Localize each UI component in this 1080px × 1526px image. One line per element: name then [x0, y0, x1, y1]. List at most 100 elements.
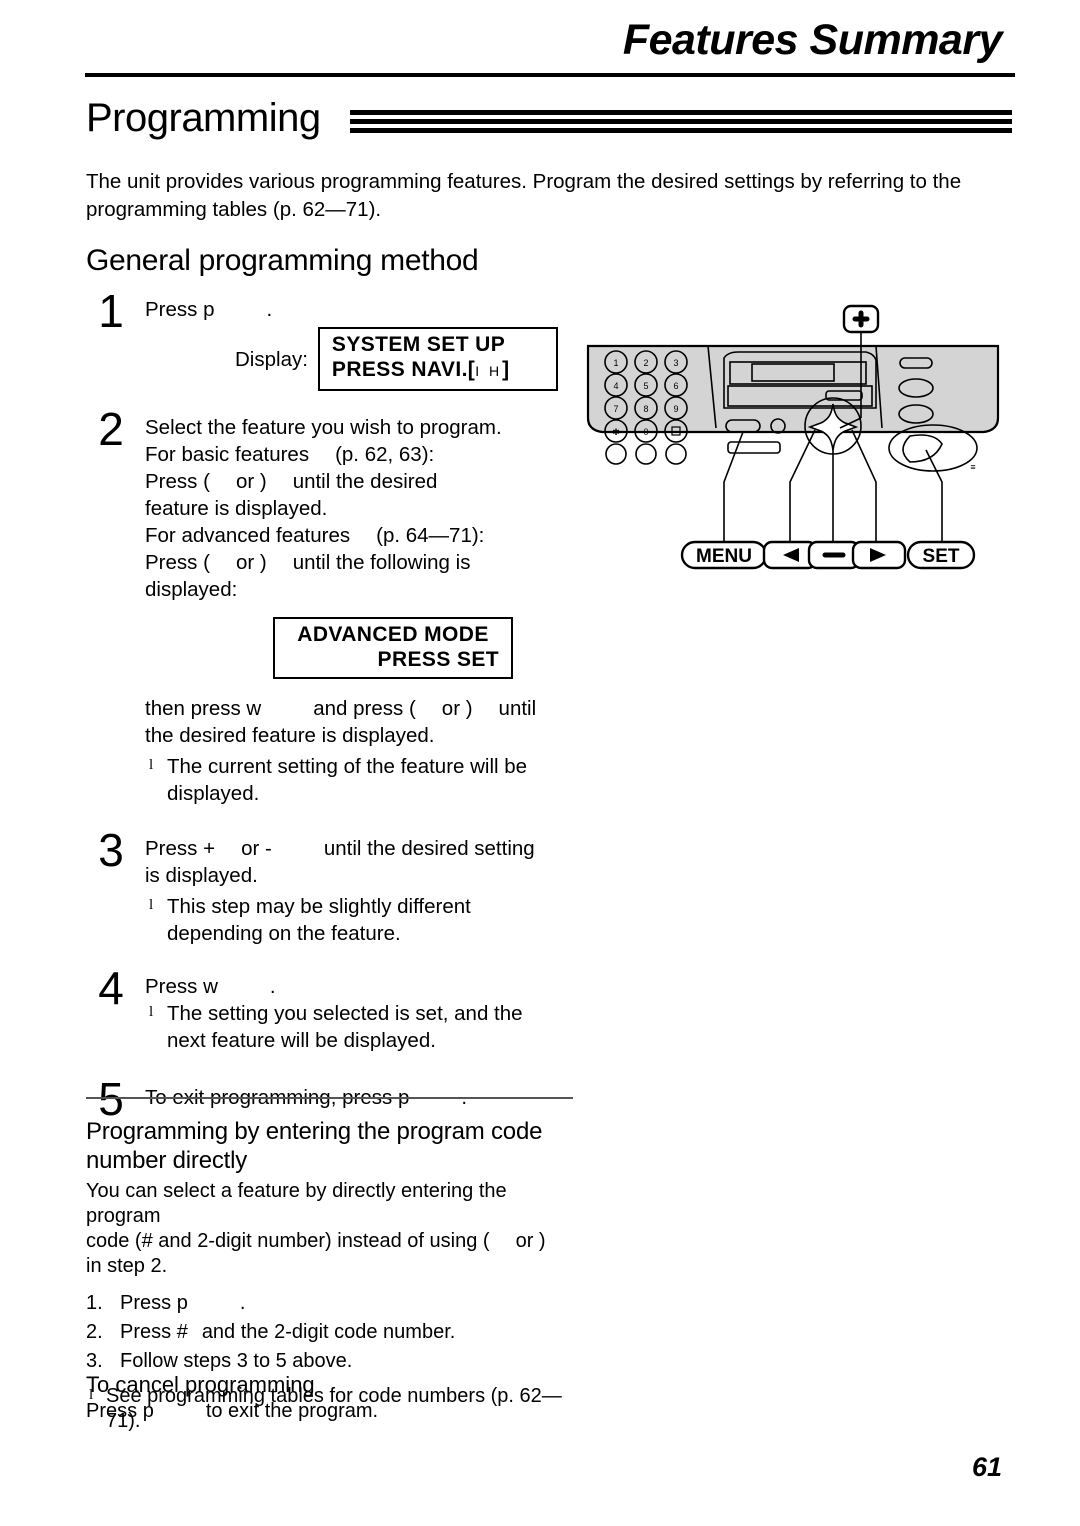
- svg-text:7: 7: [613, 404, 618, 414]
- step-2-number: 2: [98, 403, 124, 455]
- bullet-icon: l: [149, 757, 154, 773]
- step-1-text-pre: Press: [145, 298, 204, 321]
- step-3-bullet-1-cont: depending on the feature.: [167, 922, 401, 945]
- step-2-basic-label: For basic features: [145, 443, 310, 466]
- step-4-bullet-1-cont: next feature will be displayed.: [167, 1029, 436, 1052]
- svg-text:1: 1: [613, 358, 618, 368]
- hash-key-glyph: #: [176, 1321, 188, 1343]
- step-2-line-5: For advanced features (p. 64—71):: [145, 522, 582, 549]
- plus-key-glyph: +: [203, 837, 216, 860]
- lcd-advanced-line-2: PRESS SET: [377, 648, 499, 671]
- step-2-press-post: until the desired: [292, 470, 438, 493]
- step-4-bullet-1: l The setting you selected is set, and t…: [145, 1000, 582, 1027]
- cancel-programming-text: Press p to exit the program.: [86, 1400, 378, 1423]
- step-5-number: 5: [98, 1073, 124, 1125]
- callout-menu-label: MENU: [696, 546, 752, 567]
- list-item: 2. Press # and the 2-digit code number.: [86, 1318, 586, 1347]
- step-2-line-7: displayed:: [145, 578, 238, 601]
- step-2-body: Select the feature you wish to program. …: [145, 414, 582, 807]
- list-item-text-pre: Press: [120, 1292, 177, 1314]
- subsection2-numbered-list: 1. Press p. 2. Press # and the 2-digit co…: [86, 1289, 586, 1376]
- callout-set: SET: [906, 540, 976, 570]
- svg-text:2: 2: [643, 358, 648, 368]
- step-2-press-pre: Press (: [145, 470, 210, 493]
- title-bar-3: [350, 128, 1012, 133]
- subsection2-para-line-3: in step 2.: [86, 1255, 168, 1277]
- callout-set-label: SET: [923, 546, 960, 567]
- chapter-title: Features Summary: [622, 16, 1003, 64]
- step-2-after-mid: and press (: [313, 697, 416, 720]
- step-2-after-pre: then press: [145, 697, 247, 720]
- step-2: 2 Select the feature you wish to program…: [82, 406, 582, 807]
- step-3-bullet-1: l This step may be slightly different: [145, 893, 582, 920]
- svg-text:9: 9: [673, 404, 678, 414]
- subsection2-para-line-1: You can select a feature by directly ent…: [86, 1180, 507, 1227]
- lcd-advanced-line-1: ADVANCED MODE: [297, 623, 489, 646]
- bullet-icon: l: [149, 1004, 154, 1020]
- step-2-after-post: until: [498, 697, 537, 720]
- device-control-panel-illustration: .pnl { fill:#d4d4d4; stroke:#000; stroke…: [578, 296, 1008, 596]
- section-title-bars: [350, 110, 1012, 133]
- list-item-text-post: and the 2-digit code number.: [201, 1321, 456, 1343]
- subsection2-para-line-2: code (# and 2-digit number) instead of u…: [86, 1229, 586, 1254]
- menu-key-glyph: p: [142, 1400, 154, 1422]
- svg-text:✱: ✱: [612, 427, 620, 437]
- step-4-bullet-1-text: The setting you selected is set, and the: [167, 1002, 523, 1025]
- step-2-after-line-1: then press w and press (or ) until: [145, 695, 582, 722]
- subsection2-para-post: or ): [515, 1230, 546, 1252]
- step-1-body: Press p. Display: SYSTEM SET UP PRESS NA…: [145, 296, 582, 391]
- lcd-line-2-post: ]: [502, 358, 510, 381]
- list-item-text-post: .: [239, 1292, 246, 1314]
- menu-key-glyph: p: [203, 298, 215, 321]
- step-3-press-post: until the desired setting: [323, 837, 535, 860]
- list-item-index: 1.: [86, 1292, 103, 1314]
- step-3-or: or: [241, 837, 266, 860]
- step-4-press-pre: Press: [145, 975, 204, 998]
- menu-key-glyph: p: [176, 1292, 188, 1314]
- callout-right-arrow: [851, 540, 907, 570]
- panel-marking: ≡: [970, 462, 975, 472]
- minus-key-glyph: -: [265, 837, 272, 860]
- subheading-general-programming-method: General programming method: [86, 244, 479, 277]
- subsection-divider: [86, 1097, 573, 1099]
- document-page: Features Summary Programming The unit pr…: [0, 0, 1080, 1526]
- intro-paragraph: The unit provides various programming fe…: [86, 170, 962, 221]
- list-item: 1. Press p.: [86, 1289, 586, 1318]
- cancel-text-pre: Press: [86, 1400, 143, 1422]
- display-label: Display:: [235, 347, 308, 371]
- step-1-text-post: .: [266, 298, 273, 321]
- lcd-line-2-pre: PRESS NAVI.[: [331, 358, 476, 381]
- subsection2-para-pre: code (# and 2-digit number) instead of u…: [86, 1230, 490, 1252]
- cancel-text-post: to exit the program.: [205, 1400, 379, 1422]
- section-title: Programming: [86, 96, 321, 140]
- svg-text:4: 4: [613, 381, 618, 391]
- step-1-instruction: Press p.: [145, 296, 582, 323]
- step-1: 1 Press p. Display: SYSTEM SET UP PRESS …: [82, 288, 582, 406]
- step-2-line-1: Select the feature you wish to program.: [145, 416, 502, 439]
- step-2-bullet-1-cont: displayed.: [167, 782, 260, 805]
- lcd-line-1: SYSTEM SET UP: [331, 333, 506, 356]
- lcd-line-2: PRESS NAVI.[I H]: [332, 357, 544, 384]
- step-2-line-4: feature is displayed.: [145, 497, 328, 520]
- callout-plus: [842, 304, 880, 334]
- callout-menu: MENU: [680, 540, 768, 570]
- set-key-glyph: w: [246, 697, 262, 720]
- step-3-line-1: Press + or - until the desired setting: [145, 835, 582, 862]
- lcd-nav-symbols: I H: [475, 363, 503, 379]
- svg-text:0: 0: [643, 427, 648, 437]
- subsection2-title-line-1: Programming by entering the program code: [86, 1118, 543, 1145]
- subsection2-title-line-2: number directly: [86, 1147, 248, 1174]
- step-2-line-3: Press (or ) until the desired: [145, 468, 582, 495]
- step-2-advanced-pages: (p. 64—71):: [376, 524, 485, 547]
- step-2-press2-pre: Press (: [145, 551, 210, 574]
- svg-text:3: 3: [673, 358, 678, 368]
- subsection2-paragraph: You can select a feature by directly ent…: [86, 1179, 586, 1279]
- step-3-bullet-1-text: This step may be slightly different: [167, 895, 471, 918]
- step-2-line-6: Press (or ) until the following is: [145, 549, 582, 576]
- bullet-icon: l: [149, 897, 154, 913]
- step-2-basic-pages: (p. 62, 63):: [335, 443, 435, 466]
- step-2-press2-post: until the following is: [292, 551, 471, 574]
- steps-list: 1 Press p. Display: SYSTEM SET UP PRESS …: [82, 288, 582, 1122]
- list-item-text-pre: Press: [120, 1321, 177, 1343]
- title-bar-2: [350, 119, 1012, 124]
